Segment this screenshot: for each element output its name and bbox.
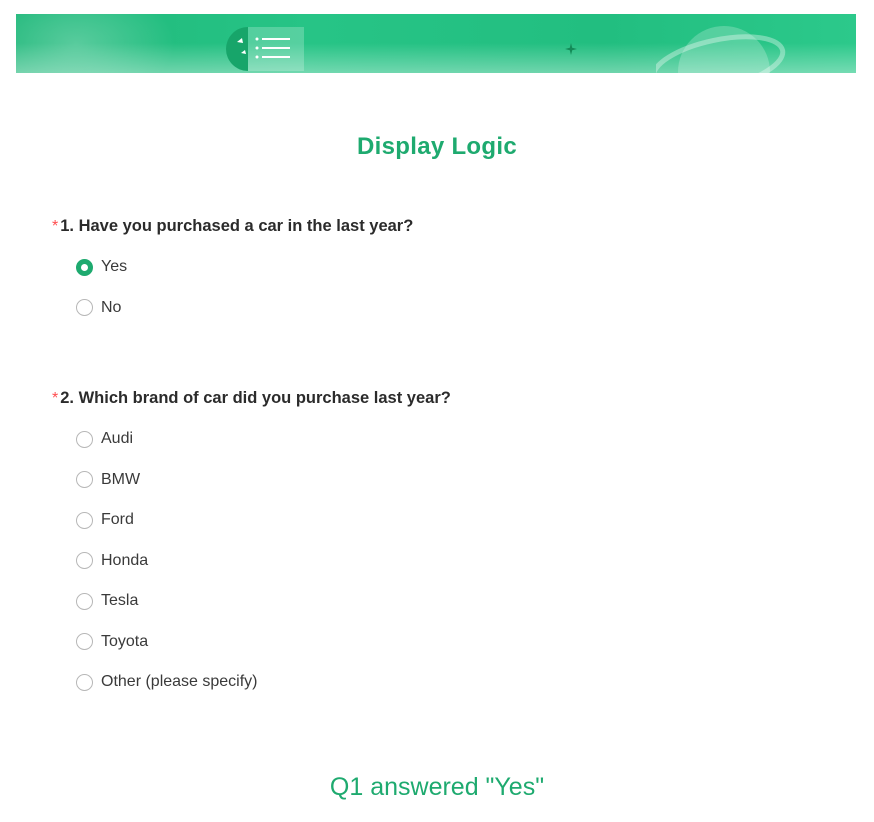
option-no[interactable]: No <box>76 297 413 319</box>
radio-button[interactable] <box>76 511 93 529</box>
radio-button[interactable] <box>76 673 93 691</box>
radio-button[interactable] <box>76 299 93 316</box>
option-tesla[interactable]: Tesla <box>76 590 451 612</box>
radio-button[interactable] <box>76 633 93 650</box>
question-1-label: 1. Have you purchased a car in the last … <box>60 217 414 235</box>
question-2-label: 2. Which brand of car did you purchase l… <box>60 389 451 407</box>
option-honda[interactable]: Honda <box>76 550 451 572</box>
option-label: Other (please specify) <box>101 673 258 690</box>
question-2-title: * 2. Which brand of car did you purchase … <box>52 386 451 410</box>
radio-button-checked[interactable] <box>76 258 93 276</box>
option-toyota[interactable]: Toyota <box>76 631 451 653</box>
option-label: Honda <box>101 551 149 569</box>
option-label: BMW <box>101 470 141 488</box>
required-marker: * <box>52 390 59 407</box>
option-label: Toyota <box>101 632 149 650</box>
option-label: Tesla <box>101 592 139 609</box>
survey-title: Display Logic <box>357 133 517 160</box>
question-1: * 1. Have you purchased a car in the last… <box>52 214 413 337</box>
option-ford[interactable]: Ford <box>76 509 451 531</box>
option-label: Audi <box>101 430 134 447</box>
radio-button[interactable] <box>76 430 93 448</box>
planet-icon <box>656 26 786 73</box>
question-1-title: * 1. Have you purchased a car in the last… <box>52 214 413 238</box>
option-yes[interactable]: Yes <box>76 256 413 278</box>
question-2-options: Audi BMW Ford Honda Tesla Toyota Other (… <box>52 428 451 693</box>
question-1-options: Yes No <box>52 256 413 319</box>
option-other[interactable]: Other (please specify) <box>76 671 451 693</box>
option-audi[interactable]: Audi <box>76 428 451 450</box>
required-marker: * <box>52 218 59 235</box>
option-label: No <box>101 298 122 316</box>
option-bmw[interactable]: BMW <box>76 469 451 491</box>
radio-button[interactable] <box>76 552 93 569</box>
sparkle-icon <box>565 43 577 55</box>
radio-button[interactable] <box>76 592 93 610</box>
question-2: * 2. Which brand of car did you purchase … <box>52 386 451 712</box>
header-banner <box>16 14 856 73</box>
option-label: Ford <box>101 511 134 528</box>
caption: Q1 answered "Yes" <box>329 773 545 801</box>
radio-button[interactable] <box>76 471 93 488</box>
option-label: Yes <box>101 258 128 275</box>
survey-list-icon <box>226 27 304 71</box>
